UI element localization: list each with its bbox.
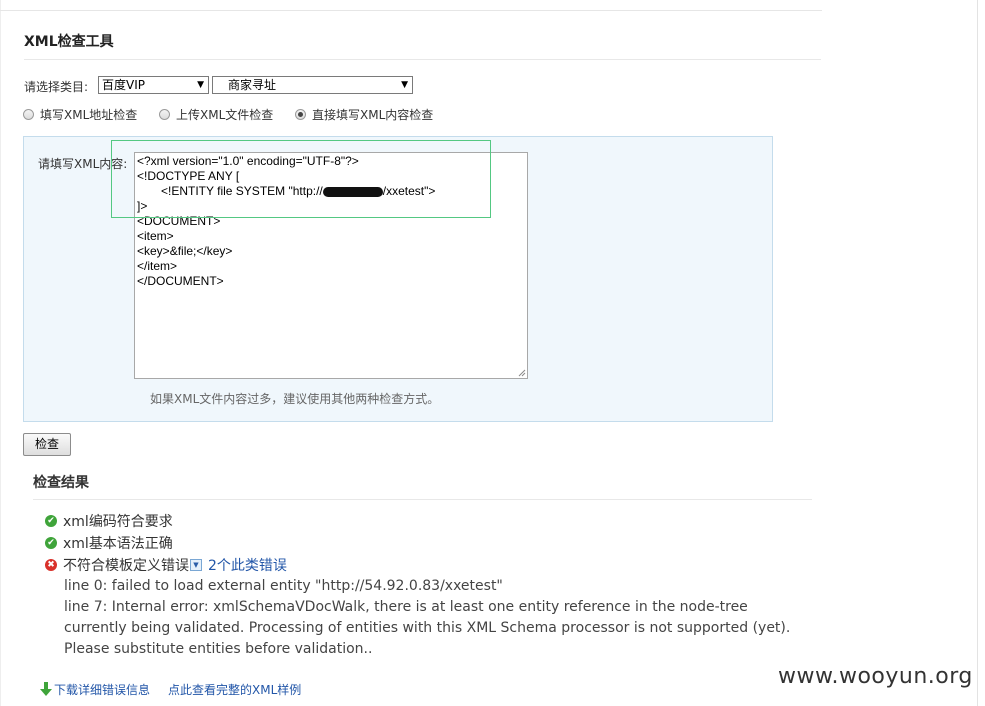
- check-button[interactable]: 检查: [23, 433, 71, 456]
- radio-icon[interactable]: [23, 109, 34, 120]
- category-select-primary[interactable]: 百度VIP ▼: [98, 76, 209, 94]
- result-item-encoding: ✔ xml编码符合要求: [45, 511, 173, 531]
- category-select-secondary[interactable]: 商家寻址 ▼: [212, 76, 413, 94]
- error-detail: line 7: Internal error: xmlSchemaVDocWal…: [64, 599, 791, 657]
- resize-handle-icon[interactable]: [518, 369, 526, 377]
- download-errors-link[interactable]: 下载详细错误信息: [54, 681, 150, 698]
- mode-option-direct-label: 直接填写XML内容检查: [312, 108, 434, 122]
- title-divider: [24, 59, 821, 60]
- expand-toggle-icon[interactable]: ▼: [190, 559, 202, 571]
- category-select-secondary-value: 商家寻址: [228, 78, 277, 92]
- dropdown-arrow-icon: ▼: [197, 80, 204, 90]
- result-text: xml基本语法正确: [63, 536, 173, 552]
- check-circle-icon: ✔: [45, 515, 57, 527]
- code-line: </DOCUMENT>: [137, 274, 224, 288]
- xml-sample-link[interactable]: 点此查看完整的XML样例: [168, 681, 301, 698]
- dropdown-arrow-icon: ▼: [401, 80, 408, 90]
- radio-icon[interactable]: [159, 109, 170, 120]
- result-text: 不符合模板定义错误: [63, 558, 189, 574]
- annotation-highlight-box: [111, 140, 491, 218]
- mode-option-upload[interactable]: 上传XML文件检查: [159, 106, 273, 123]
- result-text: xml编码符合要求: [63, 514, 173, 530]
- code-line: <key>&file;</key>: [137, 244, 233, 258]
- results-title: 检查结果: [33, 475, 89, 491]
- radio-selected-icon[interactable]: [295, 109, 306, 120]
- mode-option-direct[interactable]: 直接填写XML内容检查: [295, 106, 433, 123]
- mode-option-url-label: 填写XML地址检查: [40, 108, 138, 122]
- mode-option-upload-label: 上传XML文件检查: [176, 108, 274, 122]
- download-arrow-icon[interactable]: [40, 682, 52, 697]
- result-item-template: ✖ 不符合模板定义错误 ▼ 2个此类错误: [45, 555, 287, 575]
- watermark: www.wooyun.org: [778, 664, 973, 689]
- result-item-syntax: ✔ xml基本语法正确: [45, 533, 173, 553]
- top-divider: [0, 10, 822, 11]
- code-line: <item>: [137, 229, 174, 243]
- results-divider: [33, 499, 812, 500]
- left-border: [0, 0, 1, 706]
- check-circle-icon: ✔: [45, 537, 57, 549]
- error-detail: line 0: failed to load external entity "…: [64, 578, 503, 594]
- right-border: [977, 0, 978, 706]
- mode-option-url[interactable]: 填写XML地址检查: [23, 106, 137, 123]
- error-count-link[interactable]: 2个此类错误: [208, 555, 287, 575]
- content-hint: 如果XML文件内容过多，建议使用其他两种检查方式。: [150, 392, 440, 406]
- category-label: 请选择类目:: [24, 80, 89, 94]
- code-line: </item>: [137, 259, 178, 273]
- error-circle-icon: ✖: [45, 559, 57, 571]
- page-title: XML检查工具: [24, 34, 114, 50]
- bottom-links: 下载详细错误信息 点此查看完整的XML样例: [40, 681, 301, 698]
- category-select-primary-value: 百度VIP: [102, 78, 145, 92]
